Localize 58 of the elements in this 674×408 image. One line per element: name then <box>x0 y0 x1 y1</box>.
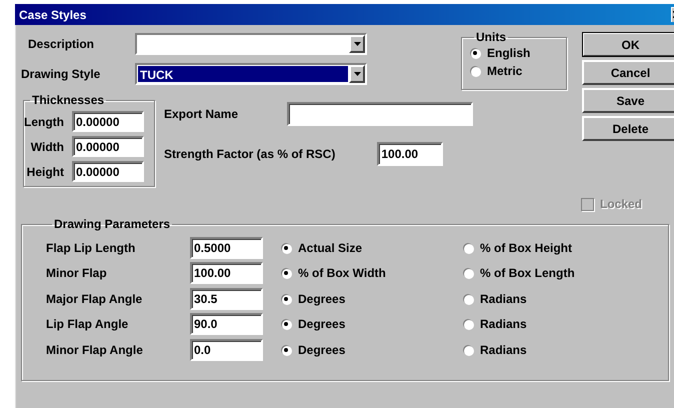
radio-button[interactable] <box>463 242 473 253</box>
radio-button[interactable] <box>463 319 473 330</box>
dropdown-arrow-icon <box>354 42 360 46</box>
radio-option[interactable]: Degrees <box>281 315 463 334</box>
radio-option[interactable]: Metric <box>470 62 566 80</box>
radio-button[interactable] <box>281 344 291 355</box>
field-label: Width <box>30 140 64 154</box>
field-label: Length <box>24 114 64 128</box>
radio-option[interactable]: % of Box Width <box>281 264 463 282</box>
dialog-button[interactable]: Save <box>582 88 674 113</box>
group-title: Units <box>475 30 507 44</box>
radio-button[interactable] <box>470 48 480 58</box>
radio-button[interactable] <box>463 344 473 355</box>
parameter-label: Minor Flap Angle <box>46 342 144 357</box>
export-name-label: Export Name <box>164 107 238 121</box>
strength-factor-field[interactable]: 100.00 <box>377 142 444 166</box>
input-field[interactable]: 0.00000 <box>72 161 144 182</box>
field-label: Height <box>26 164 64 178</box>
strength-factor-label: Strength Factor (as % of RSC) <box>164 147 336 161</box>
parameter-label: Flap Lip Length <box>46 240 136 255</box>
input-field[interactable]: 90.0 <box>190 313 263 336</box>
group-title: Drawing Parameters <box>53 217 172 231</box>
radio-button[interactable] <box>463 268 473 278</box>
drawing-style-label: Drawing Style <box>21 67 102 81</box>
radio-button[interactable] <box>281 242 291 253</box>
input-field[interactable]: 100.00 <box>190 262 263 284</box>
radio-button[interactable] <box>281 294 291 304</box>
description-dropdown[interactable] <box>135 33 367 55</box>
input-field[interactable]: 0.00000 <box>72 111 144 132</box>
radio-option[interactable]: Actual Size <box>281 238 463 257</box>
radio-option[interactable]: Degrees <box>281 290 463 308</box>
radio-button[interactable] <box>281 319 291 330</box>
radio-button[interactable] <box>470 66 480 76</box>
description-label: Description <box>28 37 96 51</box>
dropdown-arrow-icon <box>354 72 360 76</box>
radio-option[interactable]: Radians <box>463 340 527 359</box>
window-title: Case Styles <box>19 8 86 22</box>
input-field[interactable]: 0.0 <box>190 338 263 361</box>
radio-option[interactable]: Degrees <box>281 340 463 359</box>
radio-option[interactable]: Radians <box>463 290 527 308</box>
input-field[interactable]: 0.00000 <box>72 136 144 157</box>
radio-option[interactable]: % of Box Height <box>463 238 572 257</box>
input-field[interactable]: 30.5 <box>190 288 263 310</box>
radio-button[interactable] <box>463 294 473 304</box>
parameter-label: Minor Flap <box>46 266 108 280</box>
parameter-label: Lip Flap Angle <box>46 317 130 332</box>
dialog-button[interactable]: Delete <box>582 116 674 141</box>
radio-option[interactable]: English <box>470 44 566 62</box>
radio-option[interactable]: Radians <box>463 315 527 334</box>
dialog-button[interactable]: Cancel <box>582 60 674 85</box>
radio-button[interactable] <box>281 268 291 278</box>
dialog-button[interactable]: OK <box>582 32 674 57</box>
group-title: Thicknesses <box>31 93 106 107</box>
parameter-label: Major Flap Angle <box>46 292 144 306</box>
radio-option[interactable]: % of Box Length <box>463 264 575 282</box>
input-field[interactable]: 0.5000 <box>190 236 263 259</box>
drawing-style-dropdown[interactable]: TUCK <box>135 63 367 85</box>
export-name-field[interactable] <box>287 102 474 126</box>
